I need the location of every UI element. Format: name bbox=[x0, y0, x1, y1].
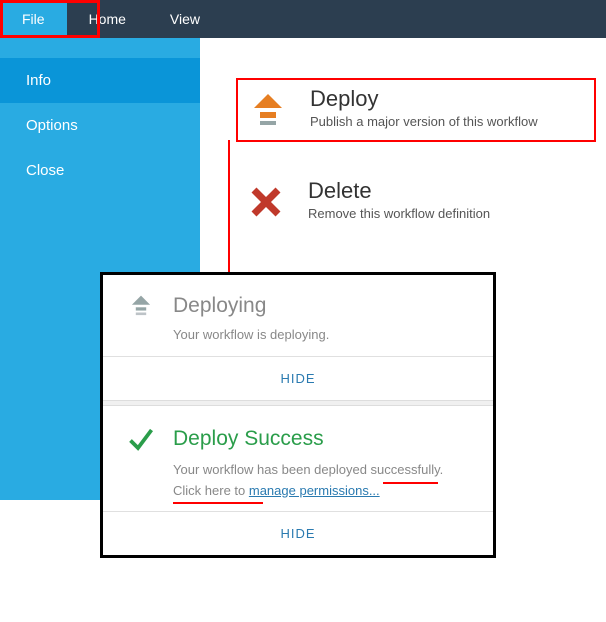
deploy-title: Deploy bbox=[310, 86, 538, 112]
delete-title: Delete bbox=[308, 178, 490, 204]
sidebar-item-close[interactable]: Close bbox=[0, 148, 200, 193]
success-hide-button[interactable]: HIDE bbox=[103, 511, 493, 555]
deploying-body: Your workflow is deploying. bbox=[173, 325, 473, 346]
tab-file[interactable]: File bbox=[0, 0, 67, 38]
action-deploy[interactable]: Deploy Publish a major version of this w… bbox=[236, 78, 596, 142]
delete-subtitle: Remove this workflow definition bbox=[308, 206, 490, 221]
action-delete[interactable]: Delete Remove this workflow definition bbox=[236, 172, 606, 232]
annotation-underline-1 bbox=[383, 482, 438, 484]
sidebar-item-options[interactable]: Options bbox=[0, 103, 200, 148]
delete-icon bbox=[242, 178, 290, 226]
deploying-icon bbox=[123, 293, 159, 319]
success-icon bbox=[123, 424, 159, 454]
deploy-icon bbox=[244, 86, 292, 134]
deploying-hide-button[interactable]: HIDE bbox=[103, 356, 493, 400]
main-content: Deploy Publish a major version of this w… bbox=[200, 38, 606, 262]
tab-view[interactable]: View bbox=[148, 0, 222, 38]
success-title: Deploy Success bbox=[173, 427, 324, 451]
manage-permissions-link[interactable]: manage permissions... bbox=[249, 483, 380, 498]
status-dialog: Deploying Your workflow is deploying. HI… bbox=[100, 272, 496, 558]
annotation-arrow bbox=[228, 140, 230, 280]
deploying-panel: Deploying Your workflow is deploying. bbox=[103, 275, 493, 356]
top-menu-bar: File Home View bbox=[0, 0, 606, 38]
success-body: Your workflow has been deployed successf… bbox=[173, 460, 473, 502]
success-panel: Deploy Success Your workflow has been de… bbox=[103, 406, 493, 512]
annotation-underline-2 bbox=[173, 502, 263, 504]
sidebar-item-info[interactable]: Info bbox=[0, 58, 200, 103]
tab-home[interactable]: Home bbox=[67, 0, 148, 38]
deploy-subtitle: Publish a major version of this workflow bbox=[310, 114, 538, 129]
deploying-title: Deploying bbox=[173, 294, 266, 318]
